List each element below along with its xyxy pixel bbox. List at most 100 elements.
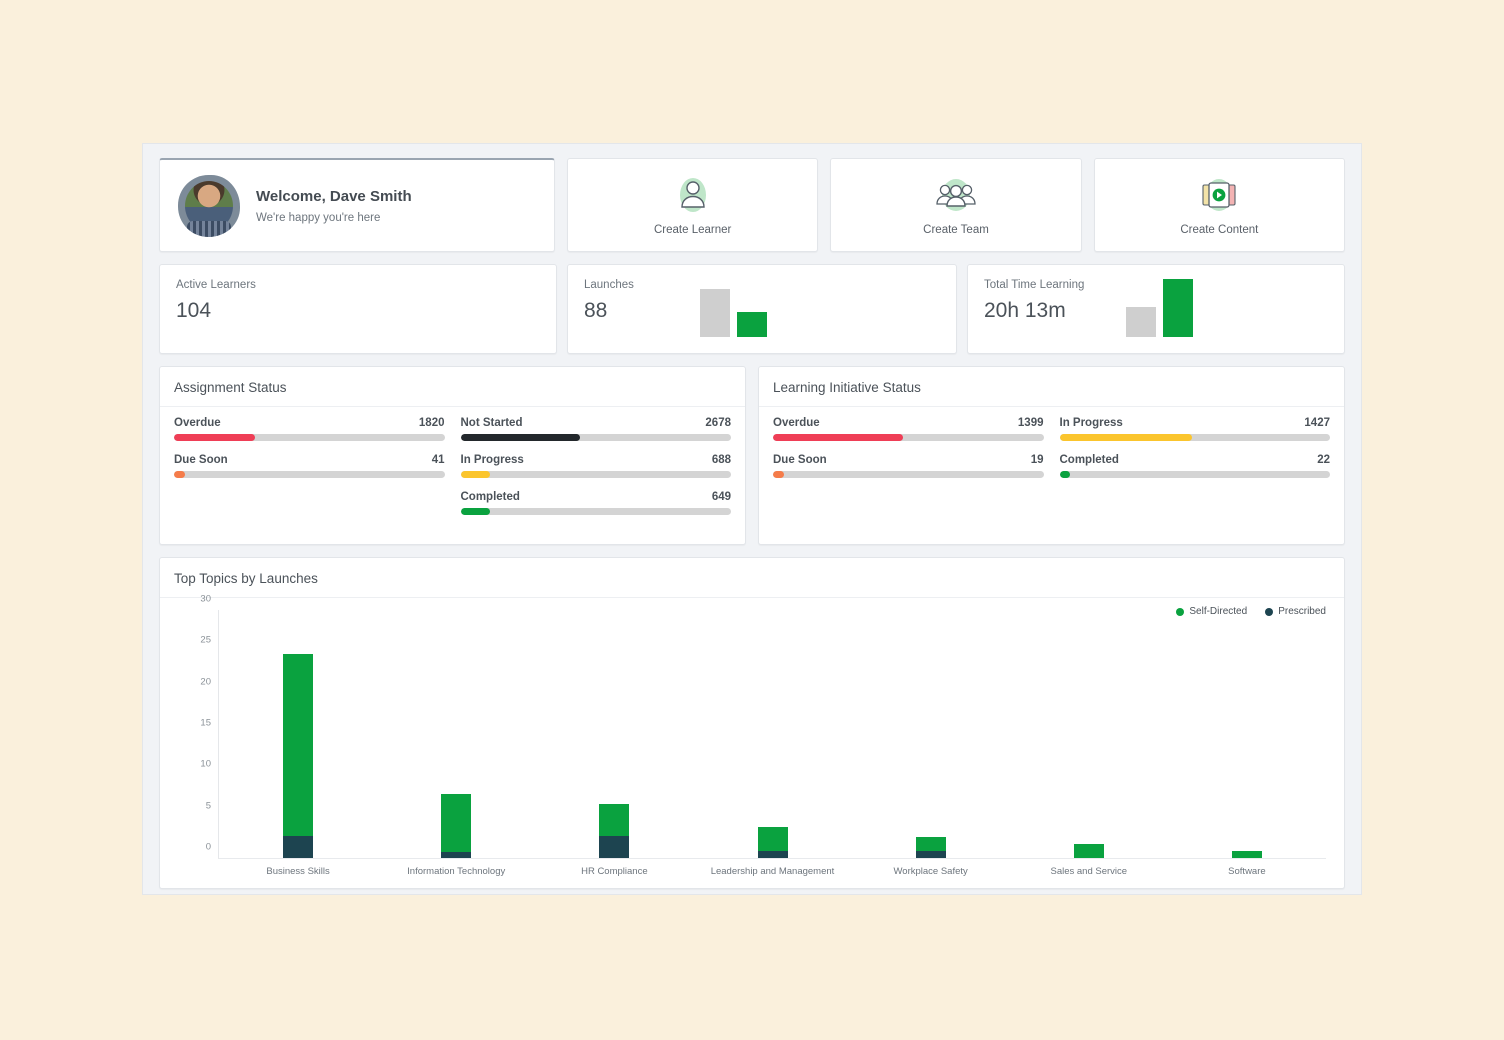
status-value: 22 [1317,454,1330,466]
progress-fill [773,434,903,441]
bar-segment [757,827,788,851]
sparkline-bar [700,289,730,337]
kpi-sparkline [700,279,767,337]
status-value: 19 [1030,454,1044,466]
progress-fill [174,434,256,441]
bar-segment [1073,843,1104,858]
progress-track [773,434,1044,441]
bar-segment [915,850,946,858]
status-row-item[interactable]: Due Soon 41 [174,454,445,478]
progress-fill [1059,471,1071,478]
chart-bar[interactable]: Business Skills [266,653,330,877]
status-label: Due Soon [773,454,827,466]
progress-track [174,434,445,441]
status-label: Completed [460,491,520,503]
assignment-status-body: Overdue 1820 Due Soon 41 Not Started 2678 In P… [160,407,745,544]
sparkline-bar [737,312,767,337]
progress-track [460,434,731,441]
status-label: In Progress [460,454,524,466]
video-play-card-icon [1196,174,1242,216]
kpi-active-learners: Active Learners 104 [159,264,557,354]
status-label: Overdue [773,417,820,429]
status-row-item[interactable]: In Progress 1427 [1059,417,1330,441]
status-row-item[interactable]: Overdue 1399 [773,417,1044,441]
avatar [178,174,240,237]
status-value: 1820 [418,417,445,429]
create-learner-label: Create Learner [653,224,732,236]
progress-fill [460,434,580,441]
sparkline-bar [1126,307,1156,337]
x-axis-label: Information Technology [407,866,506,877]
status-row-item[interactable]: Not Started 2678 [460,417,731,441]
status-column: In Progress 1427 Completed 22 [1058,417,1330,491]
x-axis-label: Business Skills [266,866,330,877]
status-value: 649 [711,491,731,503]
create-team-label: Create Team [923,224,989,236]
bar-segment [599,804,630,836]
y-axis-tick: 30 [200,593,211,605]
panel-title: Assignment Status [160,367,745,407]
status-row-item[interactable]: Overdue 1820 [174,417,445,441]
status-row-item[interactable]: Completed 22 [1059,454,1330,478]
x-axis-label: HR Compliance [581,866,648,877]
kpi-total-time-learning: Total Time Learning 20h 13m [967,264,1345,354]
status-label: Not Started [460,417,523,429]
chart-bar[interactable]: Leadership and Management [711,827,834,877]
status-value: 1399 [1017,417,1044,429]
chart-title: Top Topics by Launches [160,558,1344,598]
group-of-people-icon [933,174,979,216]
status-column: Overdue 1820 Due Soon 41 [174,417,459,528]
x-axis-label: Leadership and Management [710,866,835,877]
create-learner-card[interactable]: Create Learner [567,158,819,252]
status-row-item[interactable]: Completed 649 [460,491,731,515]
chart-bar[interactable]: Sales and Service [1050,843,1127,877]
status-row-item[interactable]: Due Soon 19 [773,454,1044,478]
learning-initiative-status-panel: Learning Initiative Status Overdue 1399 Du… [758,366,1345,545]
status-column: Overdue 1399 Due Soon 19 [773,417,1058,491]
status-value: 41 [431,454,445,466]
welcome-card: Welcome, Dave Smith We're happy you're h… [159,158,555,252]
bar-segment [599,835,630,858]
y-axis-tick: 15 [200,717,211,729]
kpi-sparkline [1126,279,1193,337]
progress-track [174,471,445,478]
create-team-card[interactable]: Create Team [830,158,1082,252]
bar-segment [915,837,946,851]
bar-segment [441,794,472,853]
x-axis-label: Workplace Safety [893,866,968,877]
progress-track [460,508,731,515]
y-axis-tick: 10 [200,758,211,770]
welcome-title: Welcome, Dave Smith [256,187,412,205]
chart-bar[interactable]: Workplace Safety [894,837,968,877]
dashboard-app-frame: Welcome, Dave Smith We're happy you're h… [142,143,1362,895]
kpi-row: Active Learners 104 Launches 88 Total Ti… [159,264,1345,354]
status-label: Overdue [174,417,221,429]
bar-segment [1231,850,1262,858]
x-axis-label: Software [1228,866,1266,877]
y-axis-tick: 0 [205,841,211,853]
progress-track [773,471,1044,478]
chart-bar[interactable]: Information Technology [407,794,505,877]
create-content-card[interactable]: Create Content [1093,158,1345,252]
y-axis-tick: 20 [200,676,211,688]
status-value: 1427 [1304,417,1330,429]
sparkline-bar [1163,279,1193,337]
bar-segment [441,852,472,858]
chart-bar[interactable]: HR Compliance [581,804,648,877]
bar-segment [283,835,314,858]
chart-plot: 0 5 10 15 20 25 30 Business Skills Information T… [200,594,1326,877]
status-label: Completed [1059,454,1119,466]
assignment-status-panel: Assignment Status Overdue 1820 Due Soon 41 N… [159,366,746,545]
chart-bar[interactable]: Software [1228,850,1266,877]
y-axis-tick: 25 [200,634,211,646]
status-label: Due Soon [174,454,228,466]
person-icon [670,174,716,216]
welcome-subtitle: We're happy you're here [256,211,381,224]
status-row-item[interactable]: In Progress 688 [460,454,731,478]
bar-segment [283,653,314,836]
y-axis-tick: 5 [205,800,211,812]
panel-title: Learning Initiative Status [759,367,1344,407]
initiative-status-body: Overdue 1399 Due Soon 19 In Progress 1427 Comp… [759,407,1344,507]
status-label: In Progress [1059,417,1123,429]
kpi-label: Active Learners [176,279,256,291]
